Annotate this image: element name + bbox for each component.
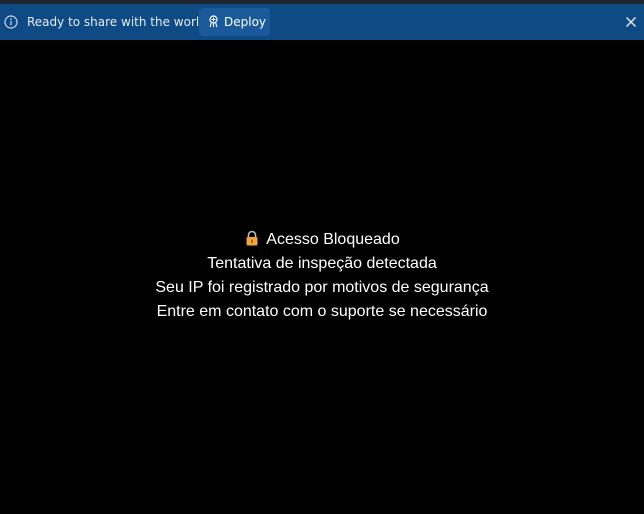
deploy-button-label: Deploy xyxy=(224,15,267,29)
close-icon[interactable] xyxy=(623,14,639,30)
deploy-button[interactable]: Deploy xyxy=(199,8,270,36)
info-icon xyxy=(4,15,18,29)
blocked-message: Acesso Bloqueado Tentativa de inspeção d… xyxy=(0,228,644,324)
banner-message: Ready to share with the world? xyxy=(27,15,214,29)
blocked-title-line: Acesso Bloqueado xyxy=(0,228,644,252)
lock-icon xyxy=(246,230,258,246)
deploy-banner: Ready to share with the world? Deploy xyxy=(0,4,644,40)
ip-logged-text: Seu IP foi registrado por motivos de seg… xyxy=(155,279,489,296)
inspection-detected-text: Tentativa de inspeção detectada xyxy=(207,255,437,272)
blocked-title: Acesso Bloqueado xyxy=(266,231,400,248)
contact-support-text: Entre em contato com o suporte se necess… xyxy=(156,303,488,320)
deploy-icon xyxy=(209,15,218,28)
